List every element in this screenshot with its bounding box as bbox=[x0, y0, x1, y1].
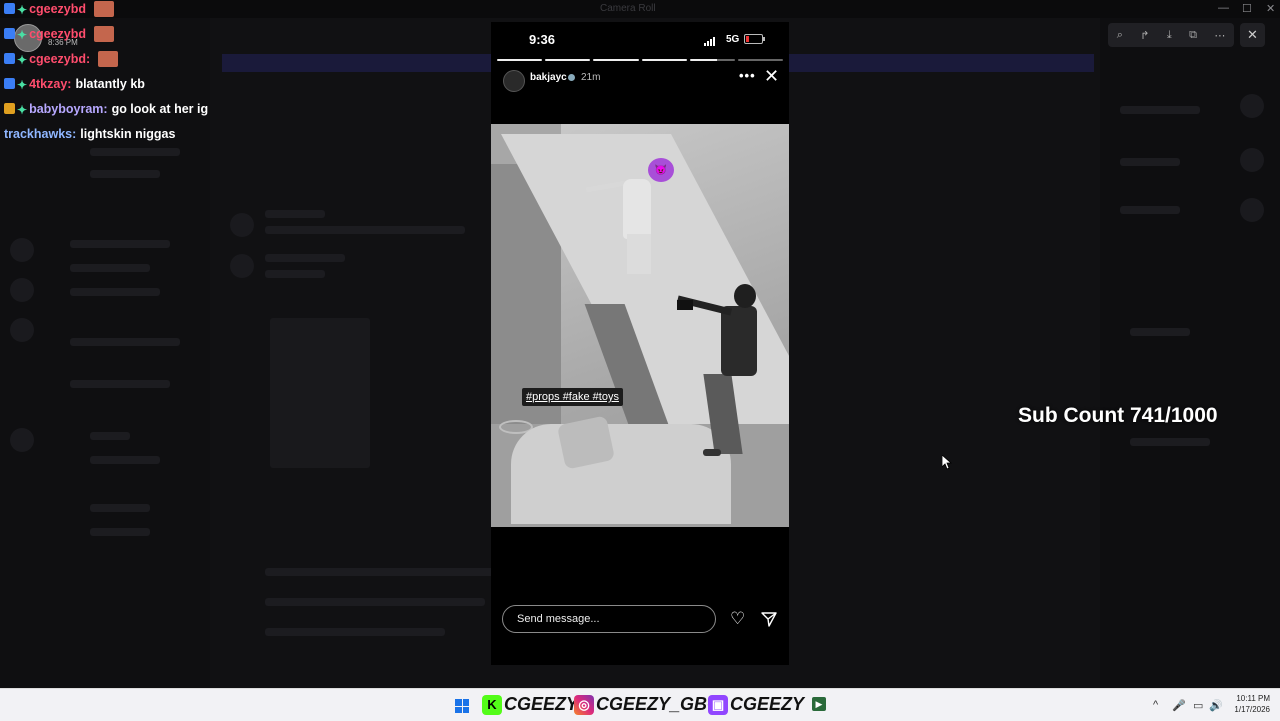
chat-badge-icon bbox=[4, 28, 15, 39]
viewer-toolbar: ⌕ ↱ ⤓ ⧉ ⋯ bbox=[1108, 23, 1234, 47]
chat-emote bbox=[94, 0, 115, 17]
devil-emoji-sticker: 😈 bbox=[648, 158, 674, 182]
chat-message: ✦ cgeezybd bbox=[4, 21, 234, 46]
chat-badge-icon bbox=[4, 3, 15, 14]
status-time: 9:36 bbox=[529, 32, 556, 47]
kick-icon: K bbox=[482, 694, 502, 715]
send-icon[interactable] bbox=[761, 611, 777, 627]
maximize-button[interactable]: ☐ bbox=[1242, 2, 1252, 15]
network-label: 5G bbox=[726, 34, 740, 45]
story-close-icon[interactable]: ✕ bbox=[764, 66, 779, 87]
clock[interactable]: 10:11 PM 1/17/2026 bbox=[1224, 693, 1270, 715]
display-icon[interactable]: ▭ bbox=[1193, 699, 1203, 712]
viewer-close-button[interactable]: ✕ bbox=[1240, 23, 1265, 47]
pinned-app-icon[interactable]: ▶ bbox=[812, 697, 826, 711]
chat-message: ✦ 4tkzay: blatantly kb bbox=[4, 71, 234, 96]
phone-screenshot: 9:36 5G bakjayc 21m ••• ✕ 😈 #props #fake… bbox=[491, 22, 789, 665]
kick-handle: K CGEEZY bbox=[482, 694, 578, 715]
instagram-handle-text: CGEEZY_GBC bbox=[596, 694, 721, 714]
chat-username[interactable]: cgeezybd: bbox=[29, 52, 90, 66]
windows-start-icon[interactable] bbox=[455, 699, 469, 713]
story-progress-segment bbox=[689, 59, 735, 61]
window-title: Camera Roll bbox=[600, 3, 656, 14]
sparkle-badge-icon: ✦ bbox=[17, 3, 28, 17]
chat-overlay: ✦ cgeezybd ✦ cgeezybd ✦ cgeezybd: ✦ 4tkzay: blat… bbox=[4, 0, 234, 146]
chat-message: ✦ cgeezybd: bbox=[4, 46, 234, 71]
sparkle-badge-icon: ✦ bbox=[17, 103, 28, 117]
minimize-button[interactable]: — bbox=[1218, 2, 1229, 14]
story-photo: 😈 #props #fake #toys bbox=[491, 124, 789, 527]
story-avatar[interactable] bbox=[503, 70, 525, 92]
chat-username[interactable]: 4tkzay: bbox=[29, 77, 71, 91]
chat-message: ✦ babyboyram: go look at her ig bbox=[4, 96, 234, 121]
twitch-handle: ▣ CGEEZY bbox=[708, 694, 804, 715]
chat-message: ✦ cgeezybd bbox=[4, 0, 234, 21]
chat-badge-icon bbox=[4, 78, 15, 89]
sub-count: Sub Count 741/1000 bbox=[1018, 404, 1218, 427]
tray-chevron-icon[interactable]: ^ bbox=[1153, 699, 1158, 711]
twitch-icon: ▣ bbox=[708, 694, 728, 715]
window-close-button[interactable]: ✕ bbox=[1266, 2, 1275, 15]
microphone-icon[interactable]: 🎤 bbox=[1172, 699, 1186, 712]
twitch-handle-text: CGEEZY bbox=[730, 694, 805, 714]
story-progress-segment bbox=[593, 59, 639, 61]
taskbar: K CGEEZY ◎ CGEEZY_GBC ▣ CGEEZY ▶ ^ 🎤 ▭ 🔊… bbox=[0, 688, 1280, 721]
chat-text: blatantly kb bbox=[75, 76, 145, 91]
chat-username[interactable]: trackhawks: bbox=[4, 127, 76, 141]
instagram-handle: ◎ CGEEZY_GBC bbox=[574, 694, 720, 715]
kick-handle-text: CGEEZY bbox=[504, 694, 579, 714]
story-progress bbox=[497, 59, 784, 61]
story-progress-segment bbox=[641, 59, 687, 61]
chat-username[interactable]: cgeezybd bbox=[29, 2, 86, 16]
story-progress-segment bbox=[497, 59, 543, 61]
chat-username[interactable]: babyboyram: bbox=[29, 102, 108, 116]
story-progress-segment bbox=[545, 59, 591, 61]
more-icon[interactable]: ⋯ bbox=[1214, 29, 1225, 42]
zoom-icon[interactable]: ⌕ bbox=[1117, 29, 1123, 42]
sparkle-badge-icon: ✦ bbox=[17, 78, 28, 92]
story-username[interactable]: bakjayc bbox=[530, 72, 567, 83]
heart-icon[interactable]: ♡ bbox=[730, 610, 745, 627]
story-time: 21m bbox=[581, 72, 601, 83]
clock-time: 10:11 PM bbox=[1236, 694, 1270, 703]
open-external-icon[interactable]: ⧉ bbox=[1189, 29, 1197, 42]
chat-emote bbox=[94, 25, 115, 42]
sparkle-badge-icon: ✦ bbox=[17, 28, 28, 42]
verified-icon bbox=[568, 74, 575, 81]
battery-icon bbox=[744, 34, 763, 44]
background-member-list bbox=[1100, 18, 1280, 688]
signal-icon bbox=[704, 37, 715, 46]
battery-tip bbox=[763, 37, 765, 41]
chat-username[interactable]: cgeezybd bbox=[29, 27, 86, 41]
chat-emote bbox=[98, 50, 119, 67]
chat-text: lightskin niggas bbox=[80, 126, 176, 141]
share-icon[interactable]: ↱ bbox=[1140, 29, 1149, 42]
chat-badge-icon bbox=[4, 103, 15, 114]
hashtag-sticker[interactable]: #props #fake #toys bbox=[522, 388, 623, 406]
story-progress-segment bbox=[737, 59, 784, 61]
download-icon[interactable]: ⤓ bbox=[1167, 29, 1172, 42]
mouse-cursor bbox=[942, 455, 952, 470]
volume-icon[interactable]: 🔊 bbox=[1209, 699, 1223, 712]
message-bar: ♡ bbox=[491, 580, 789, 665]
sparkle-badge-icon: ✦ bbox=[17, 53, 28, 67]
clock-date: 1/17/2026 bbox=[1234, 705, 1270, 714]
send-message-input[interactable] bbox=[502, 605, 716, 633]
chat-text: go look at her ig bbox=[111, 101, 209, 116]
chat-message: trackhawks: lightskin niggas bbox=[4, 121, 234, 146]
instagram-icon: ◎ bbox=[574, 694, 594, 715]
chat-badge-icon bbox=[4, 53, 15, 64]
more-icon[interactable]: ••• bbox=[739, 68, 756, 83]
